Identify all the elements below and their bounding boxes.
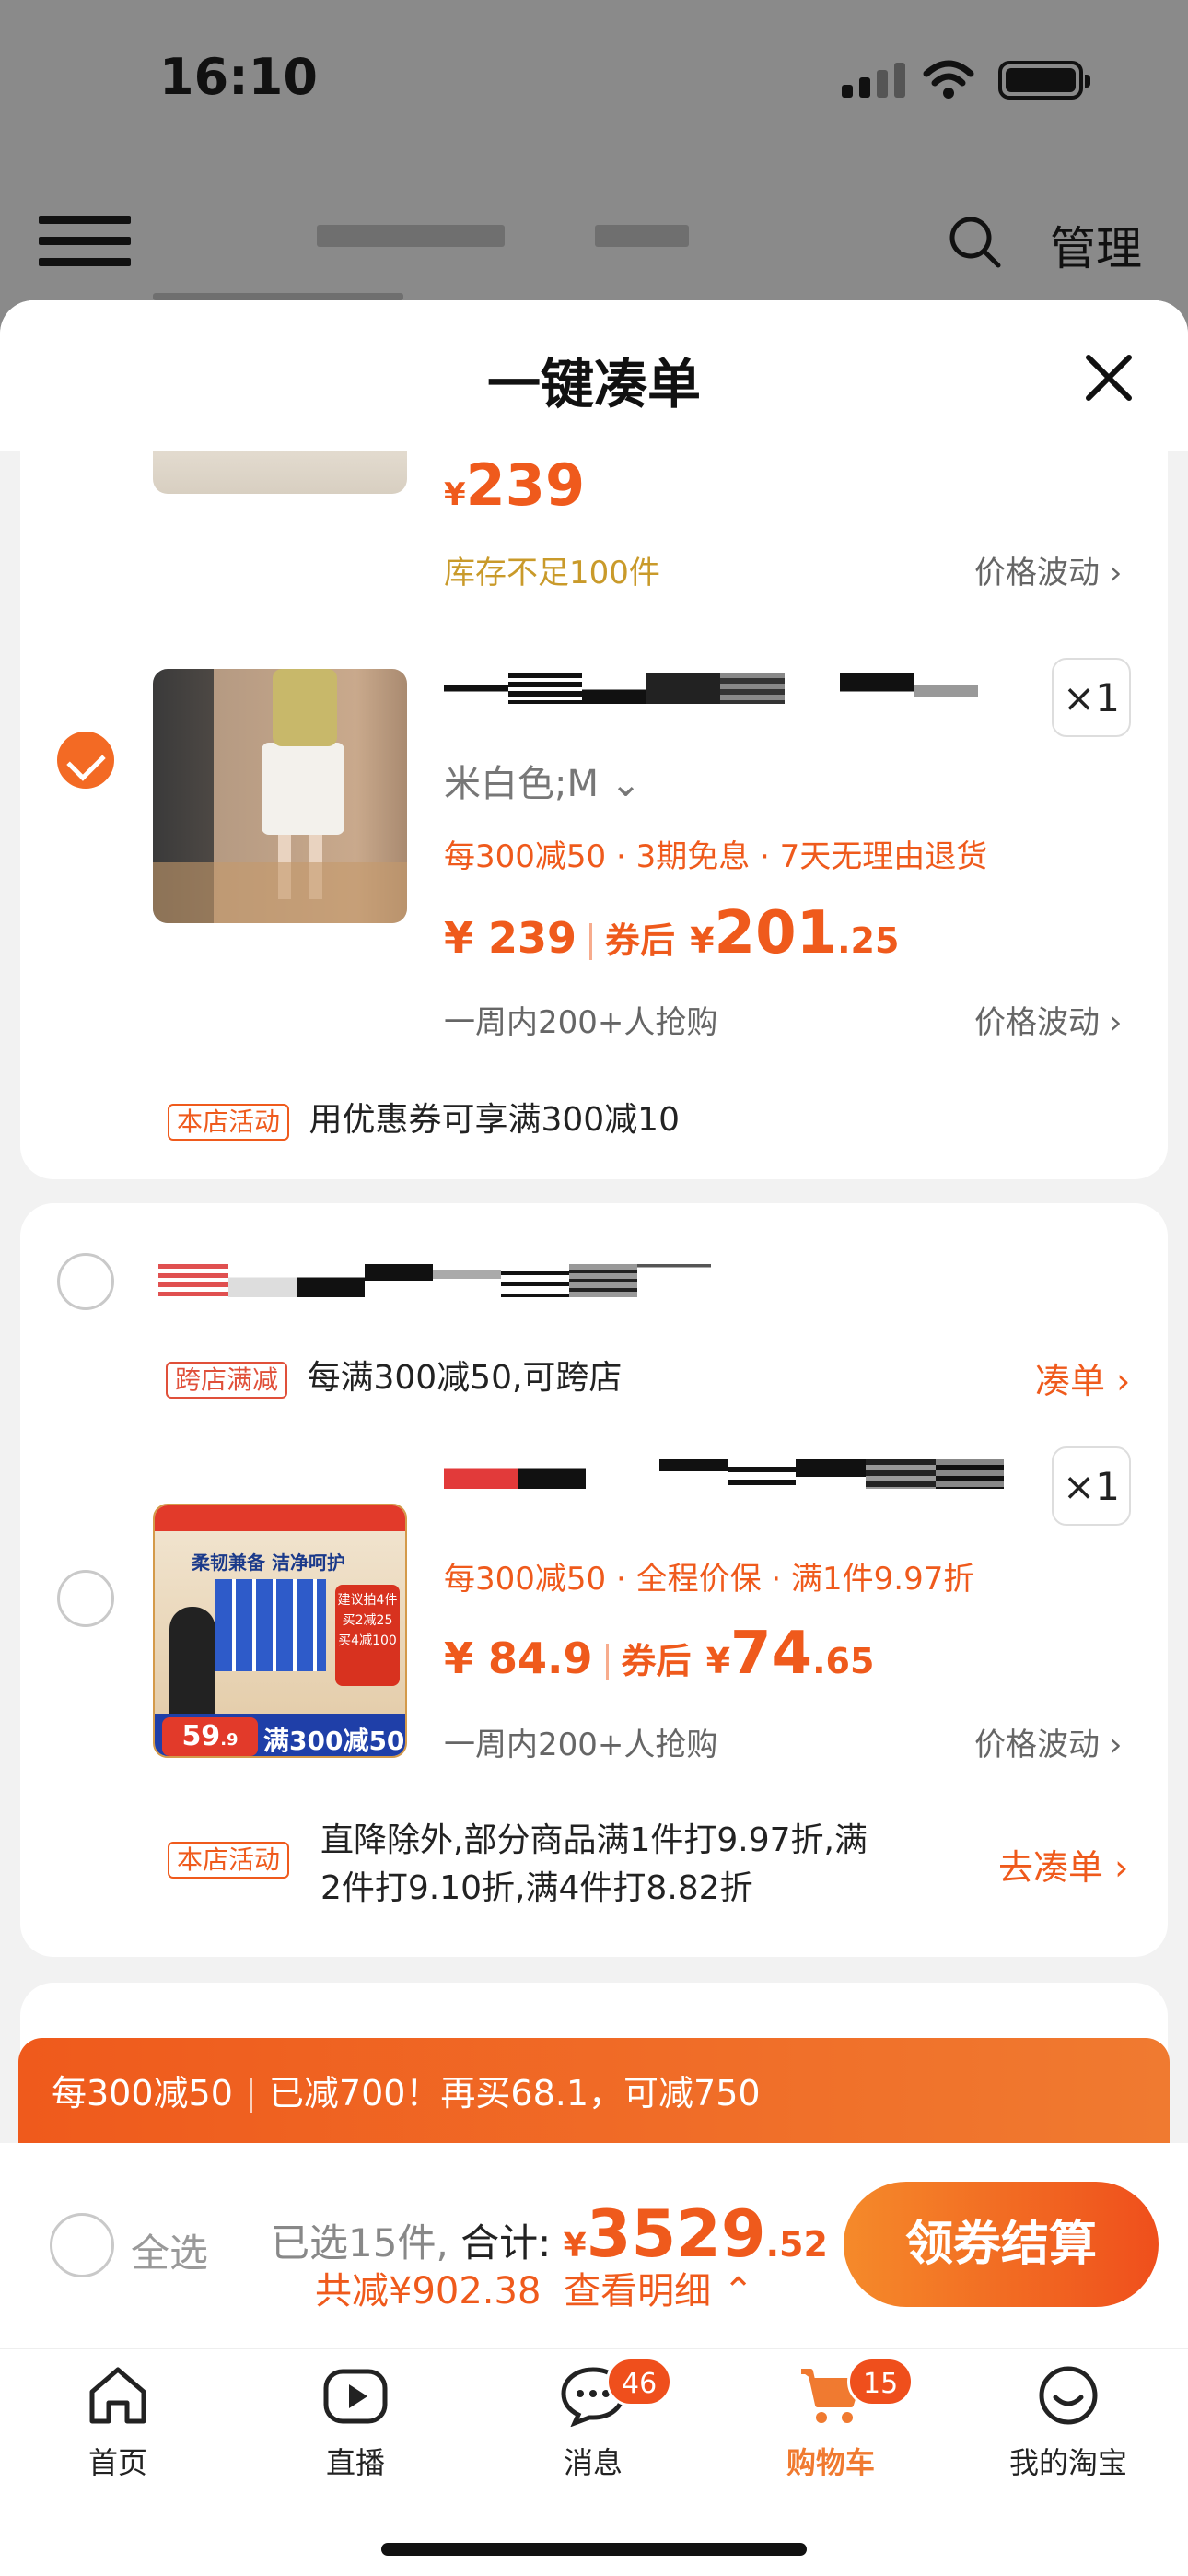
tab-live-label: 直播 <box>325 2445 385 2480</box>
store-activity-line: 2件打9.10折,满4件打8.82折 <box>320 1869 753 1907</box>
quantity-badge[interactable]: ×1 <box>1052 1446 1131 1526</box>
smile-icon <box>1039 2366 1098 2425</box>
product-price: ¥ 84.9 <box>444 1633 593 1683</box>
wifi-icon <box>923 60 974 99</box>
messages-badge: 46 <box>606 2357 673 2406</box>
cross-store-tag: 跨店满减 <box>166 1362 288 1399</box>
popularity-note: 一周内200+人抢购 <box>444 1727 718 1763</box>
price-symbol: ¥ <box>705 1641 731 1681</box>
thumbnail-promo: 满300减50 <box>263 1726 405 1756</box>
tab-messages-label: 消息 <box>563 2445 623 2480</box>
cross-store-text: 每满300减50,可跨店 <box>307 1359 623 1397</box>
total-price-decimal: .52 <box>765 2224 828 2265</box>
view-details-link[interactable]: 查看明细 ⌃ <box>564 2270 753 2313</box>
item-checkbox[interactable] <box>57 1570 114 1627</box>
product-price: ¥ 239 <box>444 913 577 963</box>
product-thumbnail[interactable]: 柔韧兼备 洁净呵护 建议拍4件 买2减25 买4减100 59.9 满300减5… <box>153 1504 407 1758</box>
go-cou-dan-link[interactable]: 去凑单 › <box>998 1839 1128 1890</box>
store-activity-tag: 本店活动 <box>168 1104 290 1141</box>
tab-bar: 首页 直播 消息 46 购物车 15 我的淘宝 <box>0 2348 1188 2576</box>
tab-mine-label: 我的淘宝 <box>1008 2445 1127 2480</box>
product-benefits: 每300减50 · 3期免息 · 7天无理由退货 <box>444 838 988 875</box>
blurred-text <box>317 225 505 247</box>
store-checkbox[interactable] <box>57 1253 114 1310</box>
store-activity-text: 用优惠券可享满300减10 <box>309 1101 680 1139</box>
sheet-header: 一键凑单 <box>0 300 1188 451</box>
stock-note: 库存不足100件 <box>444 555 660 591</box>
total-label: 合计: <box>460 2220 552 2266</box>
thumbnail-headline: 柔韧兼备 洁净呵护 <box>192 1551 345 1574</box>
product-title-redacted <box>444 673 996 704</box>
popularity-note: 一周内200+人抢购 <box>444 1004 718 1041</box>
selected-count: 已选15件, <box>271 2220 448 2266</box>
sheet-title: 一键凑单 <box>486 353 701 416</box>
store-activity-line: 直降除外,部分商品满1件打9.97折,满 <box>320 1821 868 1859</box>
tab-mine[interactable]: 我的淘宝 <box>976 2364 1160 2482</box>
home-icon <box>89 2367 146 2424</box>
cart-badge: 15 <box>847 2357 914 2406</box>
select-all-label[interactable]: 全选 <box>131 2222 208 2278</box>
price-line: ¥ 84.9 券后 ¥74.65 <box>444 1620 874 1688</box>
quantity-badge[interactable]: ×1 <box>1052 658 1131 737</box>
tab-home-label: 首页 <box>87 2445 147 2480</box>
store-activity: 本店活动 用优惠券可享满300减10 <box>168 1093 680 1141</box>
store-activity-tag: 本店活动 <box>168 1842 290 1879</box>
checkout-button[interactable]: 领券结算 <box>844 2182 1159 2307</box>
thumbnail-badge: 买2减25 <box>342 1613 393 1628</box>
savings-line[interactable]: 共减¥902.38 查看明细 ⌃ <box>315 2261 753 2314</box>
cross-store-promo: 跨店满减 每满300减50,可跨店 <box>166 1351 622 1399</box>
price-fluctuation-link[interactable]: 价格波动 › <box>974 547 1122 592</box>
blurred-underline <box>153 293 403 300</box>
store-card: 跨店满减 每满300减50,可跨店 凑单 › 柔韧兼备 洁净呵护 建议拍4件 买… <box>20 1203 1168 1957</box>
select-all-checkbox[interactable] <box>50 2213 114 2277</box>
promo-progress: 已减700！再买68.1，可减750 <box>268 2073 761 2113</box>
tab-home[interactable]: 首页 <box>26 2364 210 2482</box>
after-coupon-price: 201 <box>714 899 838 967</box>
battery-icon <box>998 61 1090 100</box>
after-coupon-label: 券后 <box>621 1641 692 1681</box>
checkout-bar: 全选 已选15件, 合计: ¥3529.52 共减¥902.38 查看明细 ⌃ … <box>0 2143 1188 2348</box>
store-name-redacted <box>158 1264 729 1297</box>
menu-icon[interactable] <box>39 216 131 279</box>
home-indicator[interactable] <box>381 2543 807 2556</box>
manage-button[interactable]: 管理 <box>1050 212 1142 278</box>
status-time: 16:10 <box>159 48 318 106</box>
after-coupon-label: 券后 <box>605 920 676 961</box>
price-symbol: ¥ <box>444 476 466 513</box>
price-line: ¥ 239 券后 ¥201.25 <box>444 899 899 967</box>
after-coupon-price: 74 <box>730 1620 813 1688</box>
cou-dan-link[interactable]: 凑单 › <box>1035 1352 1130 1403</box>
thumbnail-price-decimal: .9 <box>220 1730 239 1750</box>
thumbnail-badge: 建议拍4件 <box>337 1593 398 1608</box>
search-icon[interactable] <box>947 214 1002 269</box>
product-title-redacted <box>444 1459 1013 1489</box>
blurred-text <box>595 225 689 247</box>
close-icon[interactable] <box>1081 350 1136 405</box>
store-activity-text: 直降除外,部分商品满1件打9.97折,满 2件打9.10折,满4件打8.82折 <box>320 1817 868 1913</box>
total-savings: 共减¥902.38 <box>315 2270 542 2313</box>
tab-cart-label: 购物车 <box>786 2445 875 2480</box>
product-price: 239 <box>465 451 586 519</box>
play-icon <box>323 2369 388 2424</box>
tab-live[interactable]: 直播 <box>263 2364 448 2482</box>
signal-icon <box>842 63 905 98</box>
price-fluctuation-link[interactable]: 价格波动 › <box>974 997 1122 1042</box>
product-thumbnail[interactable] <box>153 669 407 923</box>
after-coupon-decimal: .25 <box>837 920 900 961</box>
thumbnail-price: 59 <box>181 1720 221 1752</box>
thumbnail-badge: 买4减100 <box>338 1633 397 1648</box>
promo-banner: 每300减50 已减700！再买68.1，可减750 <box>18 2038 1170 2149</box>
promo-rule: 每300减50 <box>52 2073 233 2113</box>
sku-selector[interactable]: 米白色;M ⌄ <box>444 754 641 807</box>
price-symbol: ¥ <box>690 920 715 961</box>
after-coupon-decimal: .65 <box>812 1641 875 1681</box>
price-symbol: ¥ <box>563 2227 587 2265</box>
store-activity: 本店活动 <box>168 1839 290 1879</box>
price-fluctuation-link[interactable]: 价格波动 › <box>974 1719 1122 1764</box>
item-checkbox[interactable] <box>57 732 114 789</box>
product-benefits: 每300减50 · 全程价保 · 满1件9.97折 <box>444 1561 975 1598</box>
